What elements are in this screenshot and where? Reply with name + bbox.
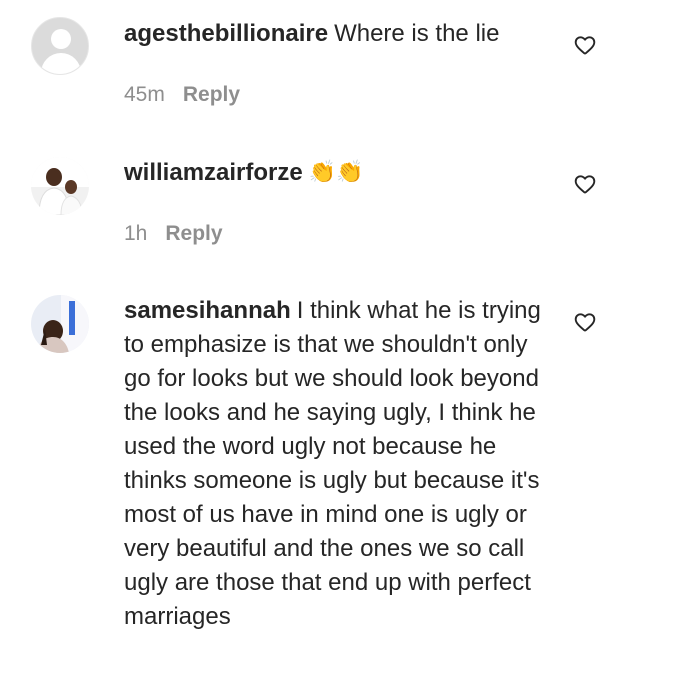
- avatar[interactable]: [31, 157, 89, 215]
- heart-icon[interactable]: [573, 33, 597, 57]
- comment-body: williamzairforze 👏👏: [124, 155, 554, 190]
- reply-button[interactable]: Reply: [165, 222, 222, 245]
- reply-button[interactable]: Reply: [183, 83, 240, 106]
- profile-photo: [31, 295, 89, 353]
- default-avatar-icon: [51, 29, 71, 49]
- comment-text: Where is the lie: [334, 20, 500, 47]
- comment-timestamp: 45m: [124, 83, 165, 106]
- comment-text: I think what he is trying to emphasize i…: [124, 297, 541, 630]
- comment-meta: 45m Reply: [124, 83, 240, 107]
- profile-photo: [31, 157, 89, 215]
- comment-meta: 1h Reply: [124, 222, 223, 246]
- avatar[interactable]: [31, 17, 89, 75]
- comment-username[interactable]: agesthebillionaire: [124, 20, 328, 47]
- heart-icon[interactable]: [573, 172, 597, 196]
- comment-username[interactable]: williamzairforze: [124, 159, 303, 186]
- comment-timestamp: 1h: [124, 222, 148, 245]
- comment-body: agesthebillionaire Where is the lie: [124, 17, 554, 51]
- comment-username[interactable]: samesihannah: [124, 297, 291, 324]
- heart-icon[interactable]: [573, 310, 597, 334]
- comment-body: samesihannah I think what he is trying to…: [124, 294, 554, 634]
- comment-text: 👏👏: [308, 159, 364, 184]
- avatar[interactable]: [31, 295, 89, 353]
